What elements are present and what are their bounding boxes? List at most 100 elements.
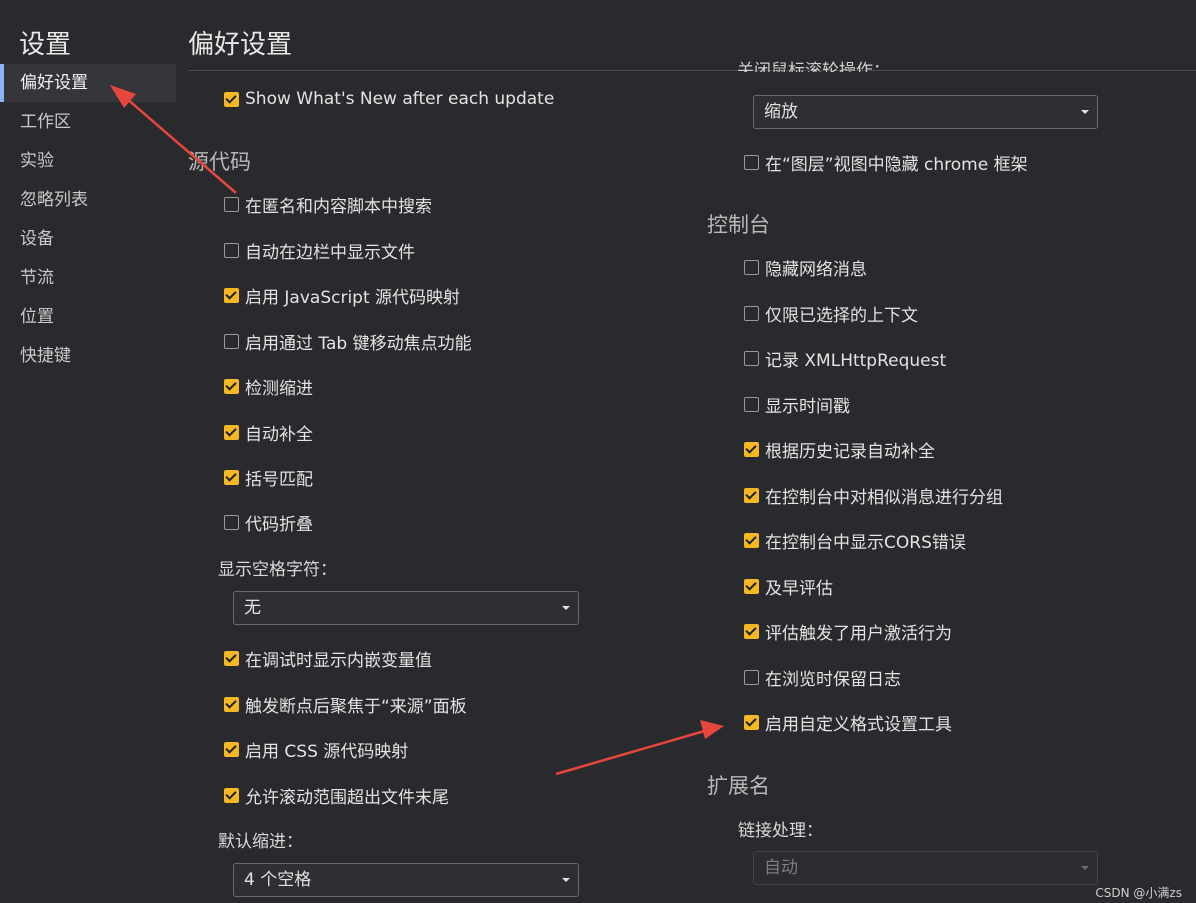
link-handling-select[interactable]: 自动 <box>753 851 1098 885</box>
checkbox-auto-reveal-file[interactable]: 自动在边栏中显示文件 <box>224 237 415 263</box>
checkbox-label: 自动补全 <box>245 424 313 445</box>
default-indent-label: 默认缩进： <box>218 832 303 852</box>
checkbox-inline-variable-values[interactable]: 在调试时显示内嵌变量值 <box>224 645 432 671</box>
checkbox-tab-moves-focus[interactable]: 启用通过 Tab 键移动焦点功能 <box>224 328 472 354</box>
checkbox-icon[interactable] <box>744 154 759 170</box>
header-divider <box>188 70 1196 71</box>
chevron-down-icon <box>562 606 570 610</box>
checkbox-icon[interactable] <box>744 441 759 457</box>
whitespace-label: 显示空格字符： <box>218 560 337 580</box>
checkbox-icon[interactable] <box>224 469 239 485</box>
checkbox-label: 在控制台中显示CORS错误 <box>765 532 966 553</box>
checkbox-label: 显示时间戳 <box>765 396 850 417</box>
sidebar: 设置 偏好设置 工作区 实验 忽略列表 设备 节流 位置 快捷键 <box>0 0 178 903</box>
checkbox-show-timestamps[interactable]: 显示时间戳 <box>744 391 850 417</box>
checkbox-label: 根据历史记录自动补全 <box>765 441 935 462</box>
checkbox-focus-sources-on-breakpoint[interactable]: 触发断点后聚焦于“来源”面板 <box>224 691 467 717</box>
sidebar-item-preferences[interactable]: 偏好设置 <box>0 64 176 102</box>
sidebar-item-locations[interactable]: 位置 <box>0 298 176 336</box>
checkbox-icon[interactable] <box>224 91 239 107</box>
checkbox-icon[interactable] <box>744 259 759 275</box>
checkbox-js-source-maps[interactable]: 启用 JavaScript 源代码映射 <box>224 282 460 308</box>
watermark: CSDN @小满zs <box>1095 886 1182 900</box>
chevron-down-icon <box>1081 110 1089 114</box>
checkbox-label: 启用自定义格式设置工具 <box>765 714 952 735</box>
checkbox-icon[interactable] <box>744 578 759 594</box>
checkbox-label: 在调试时显示内嵌变量值 <box>245 650 432 671</box>
checkbox-label: 在控制台中对相似消息进行分组 <box>765 487 1003 508</box>
checkbox-icon[interactable] <box>744 487 759 503</box>
checkbox-icon[interactable] <box>744 305 759 321</box>
mouse-wheel-value: 缩放 <box>764 102 798 122</box>
checkbox-search-anonymous-scripts[interactable]: 在匿名和内容脚本中搜索 <box>224 191 432 217</box>
whitespace-select[interactable]: 无 <box>233 591 579 625</box>
checkbox-hide-network-messages[interactable]: 隐藏网络消息 <box>744 254 867 280</box>
link-handling-label: 链接处理： <box>738 821 823 841</box>
checkbox-eager-evaluation[interactable]: 及早评估 <box>744 573 833 599</box>
checkbox-icon[interactable] <box>744 669 759 685</box>
checkbox-evaluate-user-activation[interactable]: 评估触发了用户激活行为 <box>744 618 952 644</box>
annotation-arrows <box>110 85 724 776</box>
checkbox-label: 仅限已选择的上下文 <box>765 305 918 326</box>
checkbox-label: 括号匹配 <box>245 469 313 490</box>
checkbox-log-xhr[interactable]: 记录 XMLHttpRequest <box>744 345 946 371</box>
checkbox-group-similar[interactable]: 在控制台中对相似消息进行分组 <box>744 482 1003 508</box>
settings-window: 设置 偏好设置 工作区 实验 忽略列表 设备 节流 位置 快捷键 偏好设置 Sh… <box>0 0 1196 903</box>
checkbox-icon[interactable] <box>224 514 239 530</box>
checkbox-label: 触发断点后聚焦于“来源”面板 <box>245 696 467 717</box>
checkbox-icon[interactable] <box>224 378 239 394</box>
checkbox-autocomplete-history[interactable]: 根据历史记录自动补全 <box>744 436 935 462</box>
checkbox-icon[interactable] <box>224 650 239 666</box>
annotation-arrow-formatters <box>555 720 724 776</box>
default-indent-select[interactable]: 4 个空格 <box>233 863 579 897</box>
checkbox-icon[interactable] <box>744 623 759 639</box>
checkbox-preserve-log[interactable]: 在浏览时保留日志 <box>744 664 901 690</box>
mouse-wheel-select[interactable]: 缩放 <box>753 95 1098 129</box>
sidebar-item-experiments[interactable]: 实验 <box>0 142 176 180</box>
sidebar-item-ignore-list[interactable]: 忽略列表 <box>0 181 176 219</box>
sidebar-item-workspace[interactable]: 工作区 <box>0 103 176 141</box>
sidebar-item-shortcuts[interactable]: 快捷键 <box>0 337 176 375</box>
checkbox-icon[interactable] <box>224 242 239 258</box>
chevron-down-icon <box>1081 866 1089 870</box>
checkbox-label: 启用通过 Tab 键移动焦点功能 <box>245 333 472 354</box>
checkbox-show-cors-errors[interactable]: 在控制台中显示CORS错误 <box>744 527 966 553</box>
link-handling-value: 自动 <box>764 858 798 878</box>
checkbox-detect-indent[interactable]: 检测缩进 <box>224 373 313 399</box>
checkbox-icon[interactable] <box>224 424 239 440</box>
checkbox-autocomplete[interactable]: 自动补全 <box>224 419 313 445</box>
checkbox-icon[interactable] <box>224 196 239 212</box>
checkbox-icon[interactable] <box>744 532 759 548</box>
checkbox-label: 隐藏网络消息 <box>765 259 867 280</box>
checkbox-icon[interactable] <box>744 714 759 730</box>
checkbox-icon[interactable] <box>224 787 239 803</box>
checkbox-css-source-maps[interactable]: 启用 CSS 源代码映射 <box>224 736 408 762</box>
checkbox-icon[interactable] <box>744 396 759 412</box>
section-title-extensions: 扩展名 <box>707 774 770 798</box>
checkbox-icon[interactable] <box>224 696 239 712</box>
sidebar-item-throttling[interactable]: 节流 <box>0 259 176 297</box>
default-indent-value: 4 个空格 <box>244 870 312 890</box>
sidebar-title: 设置 <box>19 30 72 60</box>
checkbox-show-whats-new[interactable]: Show What's New after each update <box>224 86 554 112</box>
sidebar-item-devices[interactable]: 设备 <box>0 220 176 258</box>
checkbox-bracket-matching[interactable]: 括号匹配 <box>224 464 313 490</box>
checkbox-icon[interactable] <box>744 350 759 366</box>
checkbox-label: 代码折叠 <box>245 514 313 535</box>
section-title-sources: 源代码 <box>188 150 251 174</box>
checkbox-selected-context-only[interactable]: 仅限已选择的上下文 <box>744 300 918 326</box>
checkbox-scroll-past-end[interactable]: 允许滚动范围超出文件末尾 <box>224 782 449 808</box>
checkbox-label: Show What's New after each update <box>245 89 555 109</box>
checkbox-hide-chrome-frame[interactable]: 在“图层”视图中隐藏 chrome 框架 <box>744 149 1028 175</box>
checkbox-code-folding[interactable]: 代码折叠 <box>224 509 313 535</box>
checkbox-label: 允许滚动范围超出文件末尾 <box>245 787 449 808</box>
checkbox-label: 启用 CSS 源代码映射 <box>245 741 409 762</box>
page-title: 偏好设置 <box>188 30 293 60</box>
checkbox-icon[interactable] <box>224 741 239 757</box>
checkbox-icon[interactable] <box>224 333 239 349</box>
mouse-wheel-label: 关闭鼠标滚轮操作： <box>737 61 890 72</box>
checkbox-custom-formatters[interactable]: 启用自定义格式设置工具 <box>744 709 952 735</box>
whitespace-select-value: 无 <box>244 598 261 618</box>
checkbox-icon[interactable] <box>224 287 239 303</box>
chevron-down-icon <box>562 878 570 882</box>
